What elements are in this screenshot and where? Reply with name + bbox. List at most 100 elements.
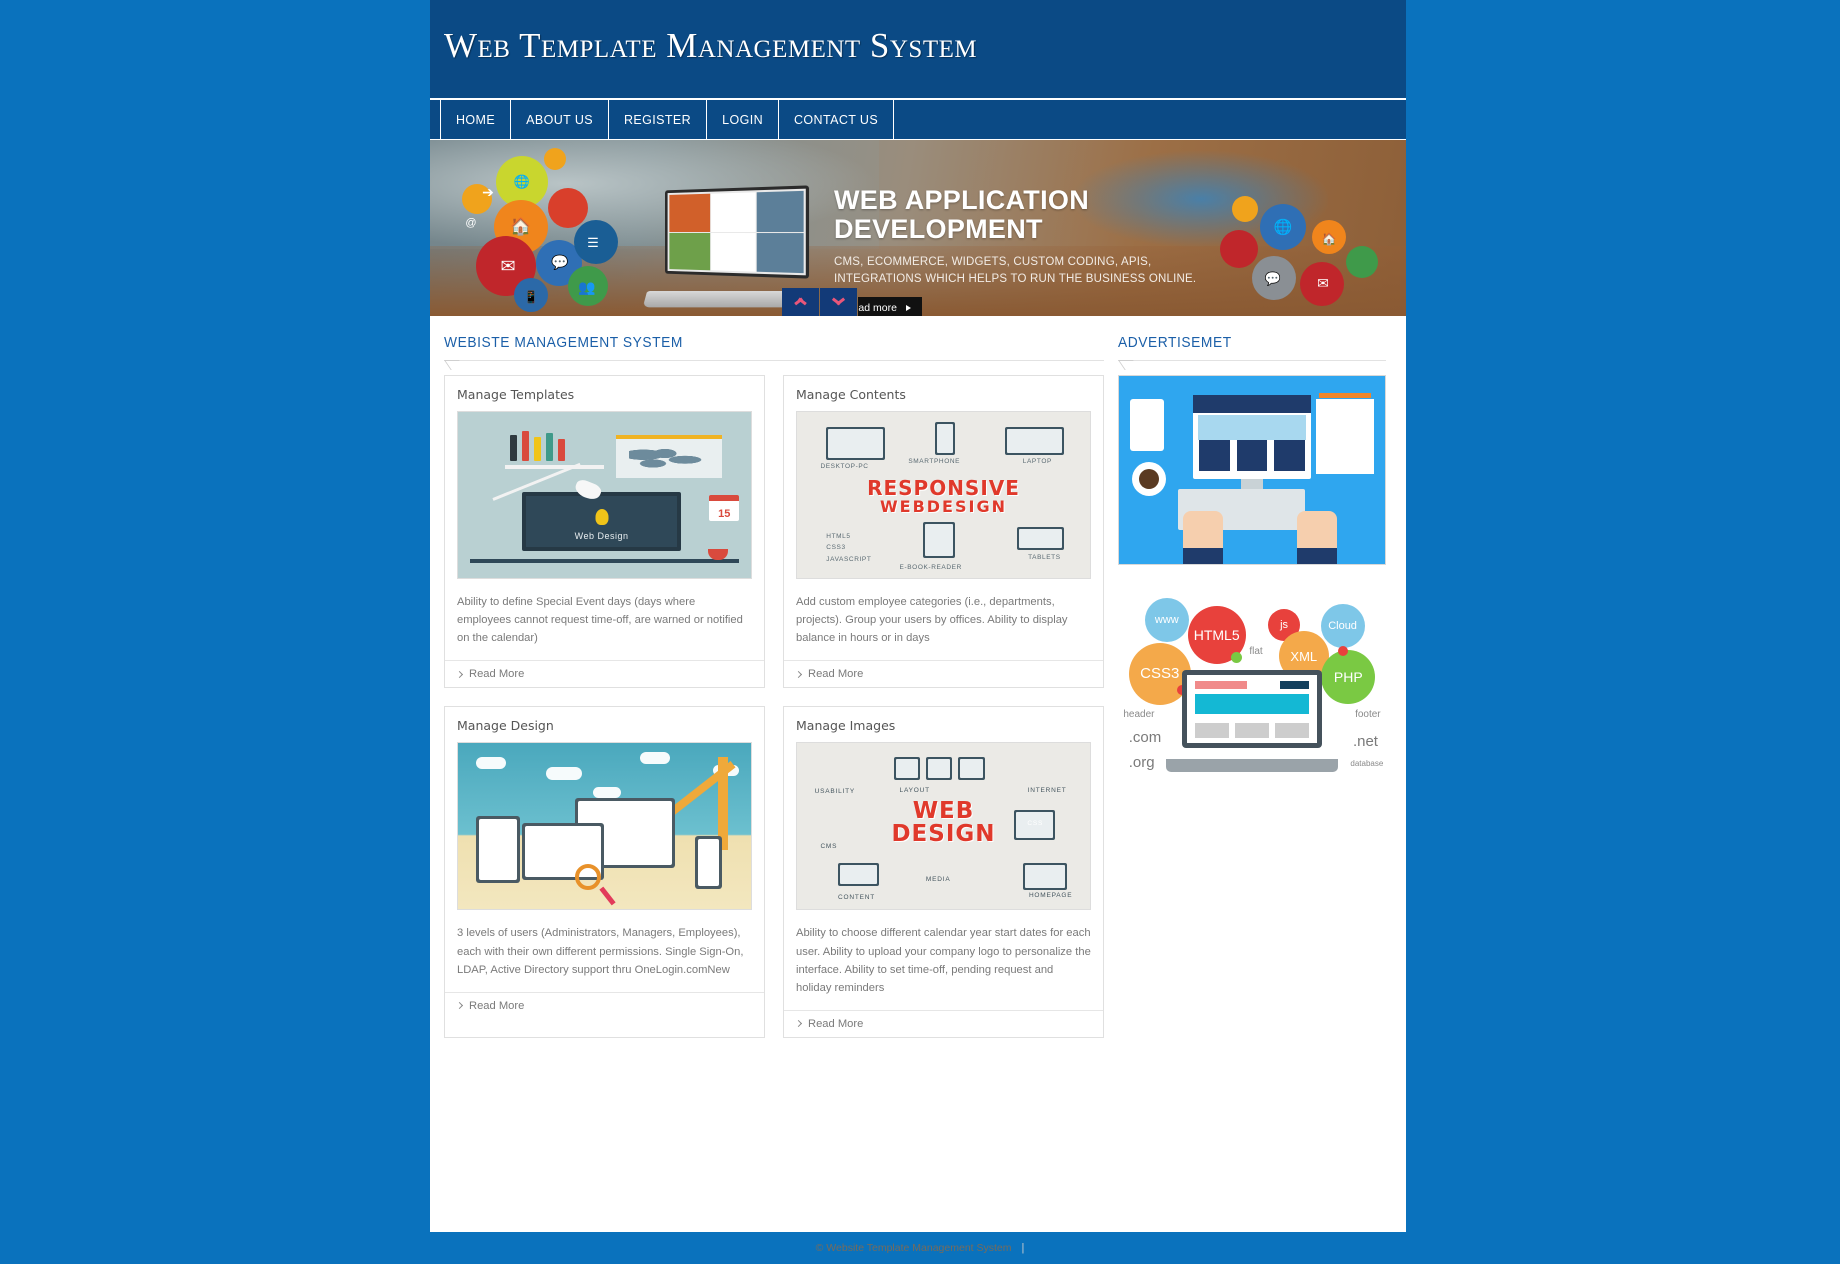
card-manage-contents: Manage Contents DESKTOP-PC SMARTPHONE LA… [783, 375, 1104, 689]
book-row [508, 431, 608, 466]
webdesign-diagram-illustration: USABILITY LAYOUT INTERNET CSS CMS MEDIA … [797, 743, 1090, 910]
cloud-icon [639, 751, 670, 764]
card-image-web-design-desk: Web Design 15 [457, 411, 752, 579]
slider-prev-button[interactable] [782, 288, 820, 316]
screen-tile [669, 193, 711, 232]
ad2-label-org: .org [1128, 753, 1155, 771]
card-title: Manage Templates [457, 387, 575, 402]
collage-circle-orange-sm [544, 148, 566, 170]
tablet-screen [478, 819, 517, 880]
card-manage-templates: Manage Templates Web Design 15 Ability t… [444, 375, 765, 689]
nav-item-login[interactable]: LOGIN [707, 100, 779, 139]
hero-banner: 🌐 🏠 ✉ 💬 ☰ 👥 📱 @ ➔ WEB APPLICATION DEVELO… [430, 140, 1406, 316]
ad2-screen-box [1195, 722, 1229, 738]
card-description: Ability to define Special Event days (da… [457, 596, 743, 645]
main-section-divider [444, 360, 1104, 361]
card-read-more-link[interactable]: Read More [445, 991, 764, 1019]
site-header: Web Template Management System [430, 0, 1406, 98]
title-line-1: WEB [912, 797, 975, 824]
feature-card-grid: Manage Templates Web Design 15 Ability t… [444, 375, 1104, 1038]
collage-circle-green-r [1346, 246, 1378, 278]
card-description: Ability to choose different calendar yea… [796, 927, 1091, 994]
label-homepage: HOMEPAGE [1028, 892, 1073, 900]
ad2-label-net: .net [1352, 733, 1378, 751]
book [557, 439, 565, 462]
ad-sleeve-cuff [1297, 548, 1338, 564]
footer-copyright: © Website Template Management System [815, 1242, 1012, 1254]
card-image-web-design-diagram: USABILITY LAYOUT INTERNET CSS CMS MEDIA … [796, 742, 1091, 911]
desk-surface [469, 559, 740, 564]
bubble-www: www [1144, 598, 1189, 643]
banner-heading-line2: DEVELOPMENT [834, 214, 1043, 245]
label-usability: USABILITY [814, 788, 856, 796]
laptop-screen-content [667, 188, 806, 276]
ad2-label-database: database [1350, 759, 1384, 769]
ebook-reader-icon [922, 521, 956, 559]
card-read-more-link[interactable]: Read More [784, 660, 1103, 687]
monitor: Web Design [522, 491, 681, 552]
ad2-screen-bar-navy [1280, 680, 1309, 690]
desk-illustration: Web Design 15 [458, 412, 751, 578]
ad-left-hand [1182, 511, 1223, 564]
mail-icon: ✉ [500, 255, 516, 276]
globe-icon: 🌐 [513, 174, 531, 189]
card-read-more-link[interactable]: Read More [445, 660, 764, 687]
card-read-more-label: Read More [469, 999, 525, 1012]
monitor-caption: Web Design [574, 531, 629, 542]
label-media: MEDIA [925, 875, 951, 883]
card-read-more-link[interactable]: Read More [784, 1009, 1103, 1037]
label-javascript: JAVASCRIPT [826, 556, 872, 564]
tablet-icon [1016, 526, 1064, 550]
label-smartphone: SMARTPHONE [908, 458, 961, 466]
sidebar-section-title: ADVERTISEMET [1118, 334, 1232, 351]
ad2-laptop-screen [1187, 675, 1317, 743]
ad-tablet-icon [1129, 398, 1165, 452]
nav-item-home[interactable]: HOME [440, 100, 512, 139]
book [521, 431, 529, 462]
advertisement-tech-bubbles[interactable]: www HTML5 CSS3 js Cloud XML PHP flat hea… [1118, 587, 1386, 772]
phone-screen [698, 839, 719, 887]
book [509, 435, 517, 462]
magnifier-icon [575, 863, 602, 890]
banner-icon-collage-right: 🌐 ✉ 💬 🏠 [1216, 186, 1406, 316]
desktop-pc-icon [826, 426, 885, 461]
ad-sleeve-cuff [1182, 548, 1223, 564]
label-internet: INTERNET [1027, 786, 1067, 794]
chat-icon: 💬 [551, 253, 569, 270]
screen-tile [756, 232, 804, 274]
nav-item-contact-us[interactable]: CONTACT US [779, 100, 895, 139]
bubble-cloud: Cloud [1320, 603, 1365, 648]
chevron-down-icon [832, 298, 845, 306]
banner-subtitle-line1: CMS, ECOMMERCE, WIDGETS, CUSTOM CODING, … [834, 256, 1152, 269]
cursor-icon: ➔ [482, 183, 494, 200]
ad-right-hand [1297, 511, 1338, 564]
ad2-laptop-base [1166, 759, 1338, 772]
lightbulb-icon [595, 509, 609, 526]
nav-item-register[interactable]: REGISTER [609, 100, 708, 139]
card-description: 3 levels of users (Administrators, Manag… [457, 927, 744, 976]
screen-tile [669, 232, 711, 271]
users-icon: 👥 [578, 278, 596, 295]
magnifier-handle [598, 886, 616, 906]
collage-circle-orange-r [1232, 196, 1258, 222]
card-title: Manage Contents [796, 387, 906, 402]
card-image-responsive-webdesign: DESKTOP-PC SMARTPHONE LAPTOP HTML5 CSS3 … [796, 411, 1091, 579]
label-desktop-pc: DESKTOP-PC [820, 463, 869, 471]
smartphone-icon [934, 421, 956, 456]
card-read-more-label: Read More [808, 1017, 864, 1030]
home-icon-right: 🏠 [1321, 232, 1337, 246]
calendar-icon: 15 [709, 495, 740, 521]
collage-circle-red-r [1220, 230, 1258, 268]
ad-monitor-banner [1198, 415, 1306, 441]
title-line-2: WEBDESIGN [880, 497, 1007, 517]
nav-item-about-us[interactable]: ABOUT US [511, 100, 609, 139]
content-area: WEBISTE MANAGEMENT SYSTEM Manage Templat… [430, 316, 1406, 1078]
ad-paper-clip [1319, 392, 1371, 398]
ad-monitor-topbar [1193, 394, 1311, 414]
slider-next-button[interactable] [820, 288, 858, 316]
advertisement-desk-workspace[interactable] [1118, 375, 1386, 565]
ad-monitor-column [1236, 440, 1268, 471]
site-footer: © Website Template Management System | [0, 1232, 1840, 1264]
at-sign-icon: @ [465, 217, 477, 229]
chat-icon-right: 💬 [1264, 271, 1282, 286]
